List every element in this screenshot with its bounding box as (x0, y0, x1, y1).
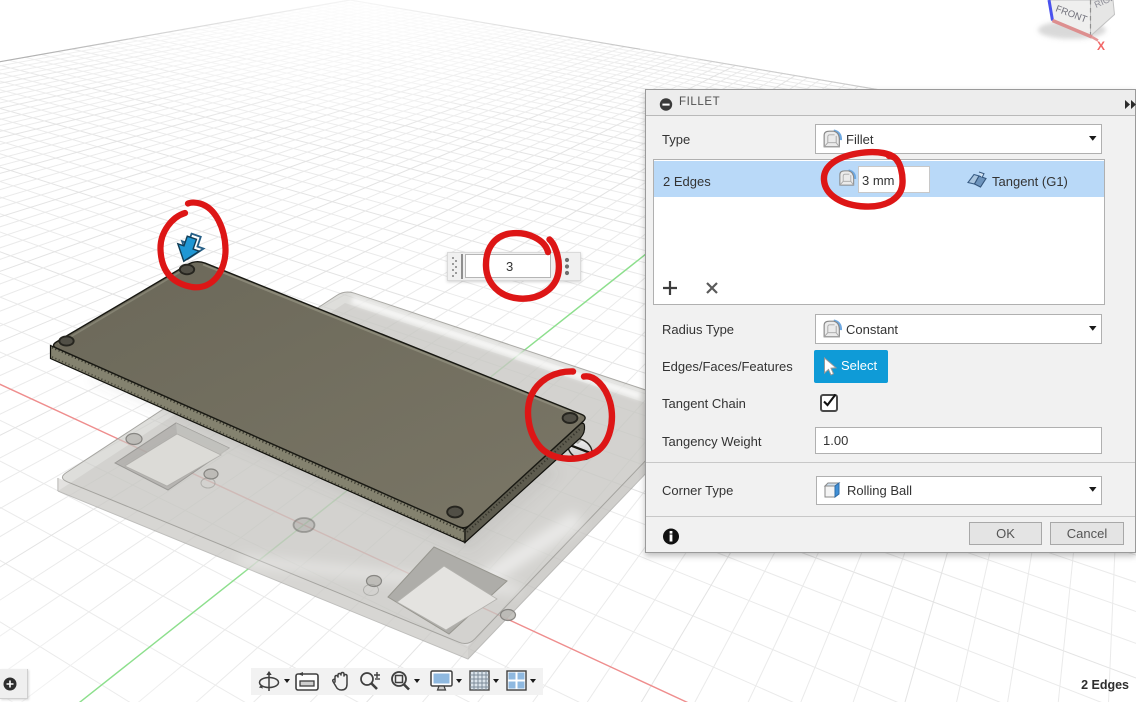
svg-text:X: X (1097, 39, 1105, 53)
